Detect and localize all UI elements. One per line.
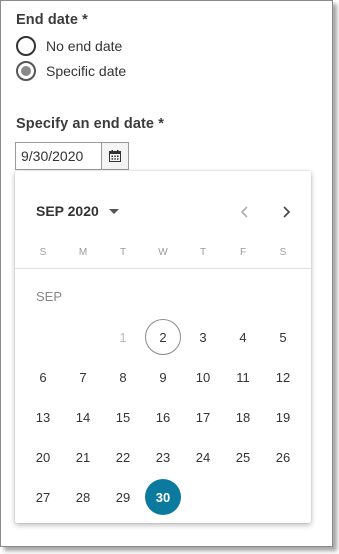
caret-down-icon <box>108 208 119 214</box>
day-cell[interactable]: 21 <box>65 439 101 475</box>
radio-unchecked-icon[interactable] <box>16 36 36 56</box>
day-cell[interactable]: 22 <box>105 439 141 475</box>
month-year-dropdown[interactable]: SEP 2020 <box>36 203 119 219</box>
day-cell-selected[interactable]: 30 <box>145 479 181 515</box>
chevron-left-icon <box>240 206 248 218</box>
weekday-header: SMTWTFS <box>23 247 303 258</box>
end-date-label: End date * <box>16 12 88 28</box>
day-cell[interactable]: 15 <box>105 399 141 435</box>
day-cell[interactable]: 12 <box>265 359 301 395</box>
day-cell[interactable]: 18 <box>225 399 261 435</box>
day-cell[interactable]: 3 <box>185 319 221 355</box>
day-cell: 1 <box>119 329 127 345</box>
weekday-label: W <box>158 247 168 258</box>
day-cell[interactable]: 16 <box>145 399 181 435</box>
day-cell[interactable]: 5 <box>265 319 301 355</box>
day-cell[interactable]: 23 <box>145 439 181 475</box>
radio-checked-icon[interactable] <box>16 61 36 81</box>
day-cell[interactable]: 20 <box>25 439 61 475</box>
radio-label-specific-date: Specific date <box>46 63 127 79</box>
dialog-frame: End date * No end date Specific date Spe… <box>0 0 333 547</box>
day-cell[interactable]: 6 <box>25 359 61 395</box>
date-input-group <box>15 142 129 170</box>
day-cell[interactable]: 11 <box>225 359 261 395</box>
day-cell[interactable]: 24 <box>185 439 221 475</box>
weekday-label: S <box>279 247 287 258</box>
day-cell[interactable]: 10 <box>185 359 221 395</box>
day-cell[interactable]: 14 <box>65 399 101 435</box>
divider <box>15 268 311 269</box>
day-cell[interactable]: 13 <box>25 399 61 435</box>
previous-month-button[interactable] <box>235 201 255 223</box>
day-cell-today[interactable]: 2 <box>145 319 181 355</box>
calendar-button[interactable] <box>101 142 129 170</box>
month-section-label: SEP <box>36 289 63 304</box>
datepicker-popup: SEP 2020 SMTWTFS SEP 1 2 3 4 5 6 7 8 9 10 11 12 13 14… <box>15 171 311 523</box>
radio-label-no-end-date: No end date <box>46 38 123 54</box>
day-cell[interactable]: 28 <box>65 479 101 515</box>
empty-cell <box>23 317 63 357</box>
day-cell[interactable]: 17 <box>185 399 221 435</box>
weekday-label: T <box>119 247 127 258</box>
day-cell[interactable]: 4 <box>225 319 261 355</box>
calendar-icon <box>109 150 121 162</box>
specify-end-date-label: Specify an end date * <box>16 116 164 132</box>
day-cell[interactable]: 29 <box>105 479 141 515</box>
day-cell[interactable]: 7 <box>65 359 101 395</box>
day-grid: 1 2 3 4 5 6 7 8 9 10 11 12 13 14 15 16 17 18 19 20 21 22 23 24 2… <box>23 317 303 517</box>
end-date-input[interactable] <box>15 142 101 170</box>
day-cell[interactable]: 9 <box>145 359 181 395</box>
chevron-right-icon <box>283 206 291 218</box>
radio-no-end-date[interactable]: No end date <box>16 35 122 57</box>
month-year-label: SEP 2020 <box>36 203 99 219</box>
day-cell[interactable]: 26 <box>265 439 301 475</box>
weekday-label: F <box>239 247 247 258</box>
empty-cell <box>63 317 103 357</box>
day-cell[interactable]: 25 <box>225 439 261 475</box>
day-cell[interactable]: 8 <box>105 359 141 395</box>
radio-specific-date[interactable]: Specific date <box>16 60 126 82</box>
day-cell[interactable]: 27 <box>25 479 61 515</box>
day-cell[interactable]: 19 <box>265 399 301 435</box>
weekday-label: M <box>78 247 88 258</box>
weekday-label: S <box>39 247 47 258</box>
next-month-button[interactable] <box>276 201 296 223</box>
weekday-label: T <box>199 247 207 258</box>
